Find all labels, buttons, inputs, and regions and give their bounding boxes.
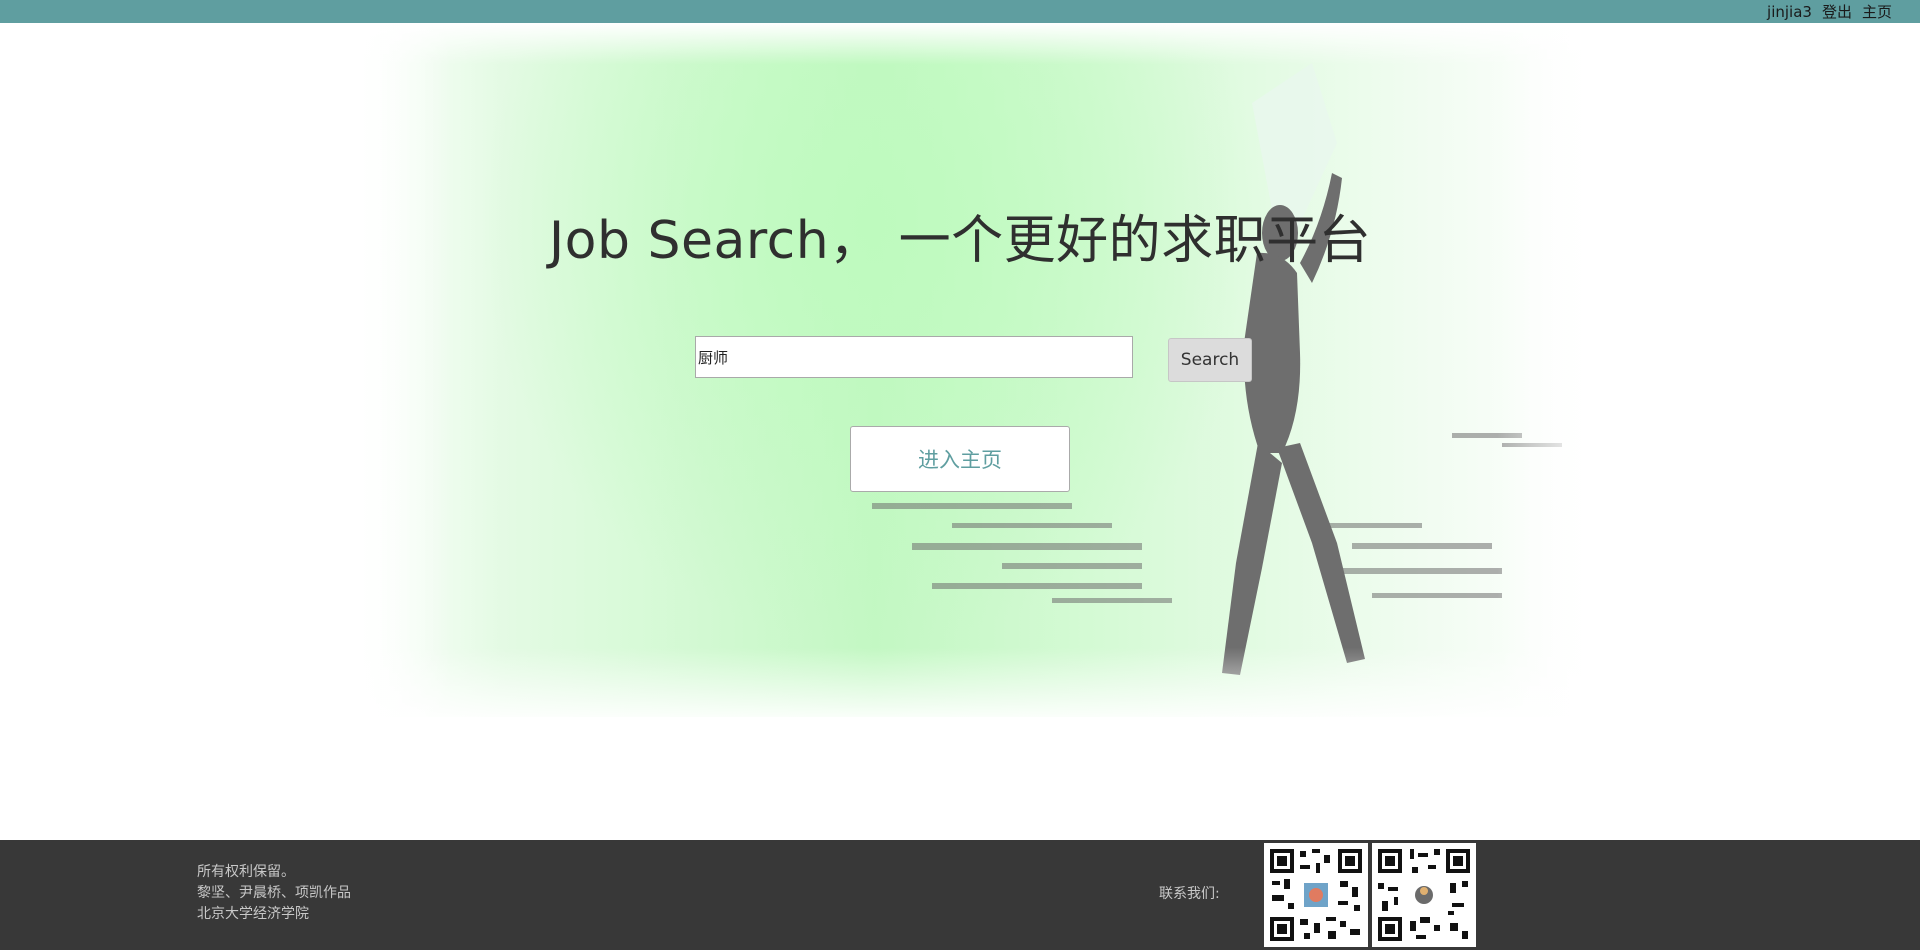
- footer-credits: 所有权利保留。 黎坚、尹晨桥、项凯作品 北京大学经济学院: [197, 862, 351, 925]
- top-nav-bar: jinjia3 登出 主页: [0, 0, 1920, 23]
- home-link[interactable]: 主页: [1862, 1, 1892, 22]
- enter-home-button[interactable]: 进入主页: [850, 426, 1070, 492]
- qr-code-icon: [1264, 843, 1368, 947]
- copyright-text: 所有权利保留。: [197, 864, 295, 880]
- contact-label: 联系我们:: [1159, 886, 1220, 902]
- footer: 所有权利保留。 黎坚、尹晨桥、项凯作品 北京大学经济学院 联系我们:: [0, 840, 1920, 950]
- logout-link[interactable]: 登出: [1822, 1, 1852, 22]
- search-button[interactable]: Search: [1168, 338, 1252, 382]
- username-link[interactable]: jinjia3: [1767, 3, 1812, 21]
- search-input[interactable]: [695, 336, 1133, 378]
- authors-text: 黎坚、尹晨桥、项凯作品: [197, 885, 351, 901]
- hero-title: Job Search， 一个更好的求职平台: [548, 211, 1372, 271]
- top-nav-links: jinjia3 登出 主页: [1767, 0, 1892, 23]
- school-text: 北京大学经济学院: [197, 906, 309, 922]
- qr-code-icon: [1372, 843, 1476, 947]
